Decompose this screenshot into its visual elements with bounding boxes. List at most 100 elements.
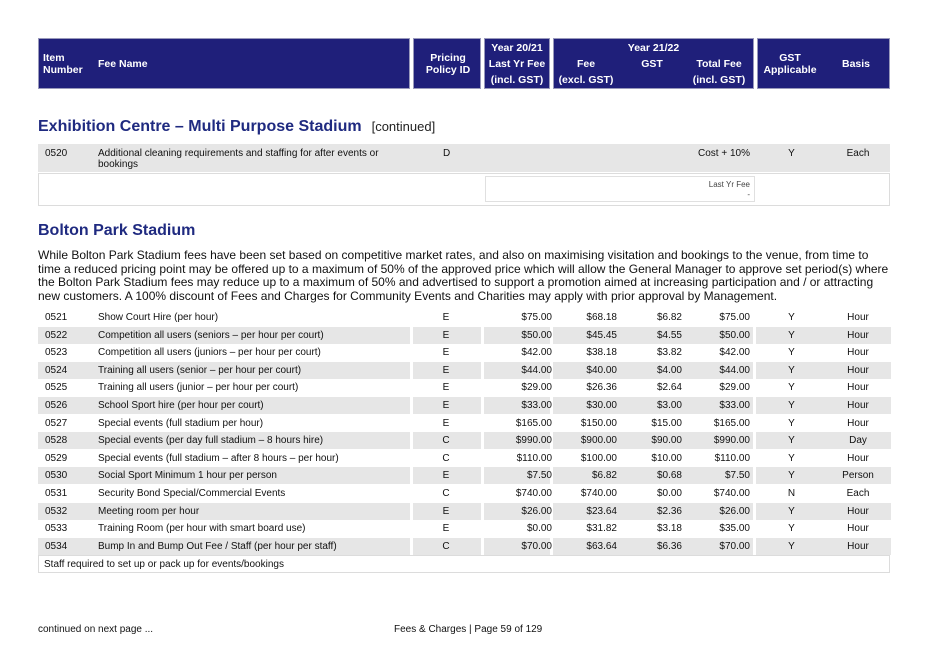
gst-applicable: Y <box>788 382 795 394</box>
last-yr-fee: $110.00 <box>516 452 552 464</box>
basis: Hour <box>847 540 869 552</box>
total-fee: $740.00 <box>713 488 750 499</box>
pricing-policy: E <box>442 505 450 517</box>
footer-continued: continued on next page ... <box>38 624 154 635</box>
last-yr-fee: $44.00 <box>521 364 552 376</box>
table-row: 0523 Competition all users (juniors – per… <box>38 344 891 362</box>
table-row: 0531 Security Bond Special/Commercial Eve… <box>38 485 891 502</box>
fee-name: Competition all users (seniors – per hou… <box>98 329 324 341</box>
footer-page: Fees & Charges | Page 59 of 129 <box>394 624 543 635</box>
table-row: 0530 Social Sport Minimum 1 hour per pers… <box>38 467 891 485</box>
basis: Hour <box>847 347 869 359</box>
basis: Hour <box>847 382 869 394</box>
column-separator <box>481 414 484 432</box>
table-row: 0524 Training all users (senior – per hou… <box>38 361 891 379</box>
item-number: 0520 <box>45 148 68 159</box>
table-row: 0525 Training all users (junior – per hou… <box>38 379 891 397</box>
fee-excl-gst: $740.00 <box>580 488 617 499</box>
fee-excl-gst: $100.00 <box>580 452 617 464</box>
basis: Hour <box>847 400 869 411</box>
total-fee: $29.00 <box>719 382 750 394</box>
pricing-policy: E <box>442 329 450 341</box>
column-separator <box>410 537 413 555</box>
section-title-exhibition: Exhibition Centre – Multi Purpose Stadiu… <box>38 118 436 135</box>
gst-amount: $10.00 <box>651 452 682 464</box>
item-number: 0532 <box>45 505 68 517</box>
last-yr-fee: $33.00 <box>521 400 552 411</box>
column-separator <box>753 432 756 450</box>
column-separator <box>481 537 484 555</box>
header-pricing-policy: Pricing Policy ID <box>425 52 471 76</box>
pricing-policy: E <box>442 523 450 535</box>
pricing-policy: C <box>442 452 450 464</box>
header-item-number: Item Number <box>43 52 83 76</box>
item-number: 0522 <box>45 329 68 341</box>
total-fee: Cost + 10% <box>698 148 750 159</box>
basis: Each <box>846 488 870 499</box>
column-separator <box>481 344 484 362</box>
table-row: 0534 Bump In and Bump Out Fee / Staff (pe… <box>38 537 891 555</box>
column-separator <box>481 432 484 450</box>
fee-name: Show Court Hire (per hour) <box>98 312 219 323</box>
fee-excl-gst: $38.18 <box>586 347 617 359</box>
fee-name: Additional cleaning requirements and sta… <box>98 148 379 170</box>
column-separator <box>753 485 756 502</box>
gst-applicable: Y <box>788 347 795 359</box>
pricing-policy: E <box>442 382 450 394</box>
gst-amount: $90.00 <box>651 435 682 447</box>
basis: Hour <box>847 312 869 323</box>
table-row: 0533 Training Room (per hour with smart b… <box>38 520 891 538</box>
table-row: 0522 Competition all users (seniors – per… <box>38 326 891 344</box>
gst-amount: $4.00 <box>656 364 682 376</box>
pricing-policy: C <box>442 540 450 552</box>
fee-excl-gst: $31.82 <box>586 523 617 535</box>
gst-applicable: Y <box>788 470 795 482</box>
table-row: 0528 Special events (per day full stadium… <box>38 432 891 450</box>
basis: Hour <box>847 417 869 429</box>
item-number: 0528 <box>45 435 68 447</box>
fee-name: Training all users (senior – per hour pe… <box>98 364 302 376</box>
fee-name: Social Sport Minimum 1 hour per person <box>98 470 277 482</box>
header-last-yr-incl: (incl. GST) <box>490 74 544 86</box>
fee-name: Training all users (junior – per hour pe… <box>98 382 299 394</box>
column-separator <box>410 467 413 485</box>
item-number: 0521 <box>45 312 68 323</box>
gst-applicable: Y <box>788 312 795 323</box>
fee-name: Special events (full stadium – after 8 h… <box>98 452 339 464</box>
gst-amount: $4.55 <box>656 329 682 341</box>
gst-amount: $3.82 <box>656 347 682 359</box>
column-separator <box>410 485 413 502</box>
fee-name: Meeting room per hour <box>98 505 200 517</box>
basis: Hour <box>847 505 869 517</box>
total-fee: $7.50 <box>724 470 750 482</box>
header-year-prev-block: Year 20/21 Last Yr Fee (incl. GST) <box>484 38 550 89</box>
column-separator <box>410 309 413 326</box>
total-fee: $990.00 <box>713 435 750 447</box>
gst-applicable: Y <box>788 540 795 552</box>
column-separator <box>481 309 484 326</box>
column-separator <box>410 361 413 379</box>
column-separator <box>410 432 413 450</box>
gst-applicable: Y <box>788 417 795 429</box>
item-number: 0524 <box>45 364 68 376</box>
item-number: 0531 <box>45 488 68 499</box>
column-separator <box>410 326 413 344</box>
total-fee: $70.00 <box>719 540 750 552</box>
pricing-policy: D <box>443 148 451 159</box>
table-row: 0526 School Sport hire (per hour per cour… <box>38 397 891 414</box>
pricing-policy: E <box>442 312 450 323</box>
column-separator <box>410 414 413 432</box>
column-separator <box>753 449 756 467</box>
gst-amount: $0.00 <box>656 488 682 499</box>
table-row-0520: 0520 Additional cleaning requirements an… <box>38 144 890 172</box>
header-year-curr-block: Year 21/22 Fee (excl. GST) GST Total Fee… <box>553 38 754 89</box>
last-yr-row: Last Yr Fee - <box>38 173 890 206</box>
last-yr-fee: $70.00 <box>521 540 552 552</box>
column-separator <box>753 397 756 414</box>
column-separator <box>481 379 484 397</box>
basis: Hour <box>847 523 869 535</box>
table-row: 0521 Show Court Hire (per hour) E $75.00 $68… <box>38 309 891 326</box>
fee-name: Special events (per day full stadium – 8… <box>98 435 324 447</box>
header-fee: Fee <box>576 58 596 70</box>
item-number: 0525 <box>45 382 68 394</box>
